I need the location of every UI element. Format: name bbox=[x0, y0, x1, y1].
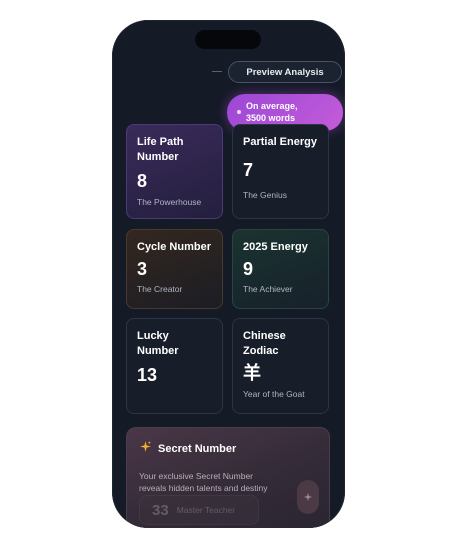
card-number: 3 bbox=[137, 259, 148, 279]
phone-frame: Preview Analysis On average, 3500 words … bbox=[112, 20, 345, 528]
card-title: Partial Energy bbox=[243, 136, 317, 148]
life-path-card[interactable]: Life Path Number 8 The Powerhouse bbox=[126, 124, 223, 219]
secret-number-card[interactable]: Secret Number Your exclusive Secret Numb… bbox=[126, 427, 330, 528]
sparkle-fab-icon bbox=[303, 492, 313, 502]
sparkle-icon bbox=[139, 440, 152, 458]
card-subtitle: The Powerhouse bbox=[137, 197, 202, 207]
card-title-line2: Zodiac bbox=[243, 345, 279, 357]
dynamic-island bbox=[195, 30, 261, 49]
secret-number-value: 33 bbox=[152, 501, 169, 519]
energy-2025-card[interactable]: 2025 Energy 9 The Achiever bbox=[232, 229, 329, 309]
card-title-line2: Number bbox=[137, 151, 179, 163]
chinese-zodiac-card[interactable]: Chinese Zodiac 羊 Year of the Goat bbox=[232, 318, 329, 414]
partial-energy-card[interactable]: Partial Energy 7 The Genius bbox=[232, 124, 329, 219]
card-title: Cycle Number bbox=[137, 241, 211, 253]
bubble-line-2: 3500 words bbox=[246, 113, 296, 123]
card-subtitle: The Achiever bbox=[243, 284, 293, 294]
card-number: 7 bbox=[243, 160, 254, 180]
divider-dash bbox=[212, 71, 222, 72]
secret-number-label: Master Teacher bbox=[176, 505, 236, 515]
lucky-number-card[interactable]: Lucky Number 13 bbox=[126, 318, 223, 414]
preview-analysis-button[interactable]: Preview Analysis bbox=[228, 61, 342, 83]
card-subtitle: Year of the Goat bbox=[243, 389, 305, 399]
card-number: 13 bbox=[137, 365, 158, 385]
secret-number-preview: 33 Master Teacher bbox=[139, 495, 259, 525]
preview-analysis-label: Preview Analysis bbox=[246, 66, 324, 78]
card-title-line2: Number bbox=[137, 345, 179, 357]
card-title: Life Path bbox=[137, 136, 184, 148]
card-title: 2025 Energy bbox=[243, 241, 308, 253]
card-title: Chinese bbox=[243, 330, 286, 342]
secret-number-description: Your exclusive Secret Number reveals hid… bbox=[139, 470, 289, 494]
card-number: 8 bbox=[137, 171, 148, 191]
bubble-dot-icon bbox=[237, 110, 241, 114]
card-title: Lucky bbox=[137, 330, 169, 342]
secret-desc-line2: reveals hidden talents and destiny bbox=[139, 483, 268, 493]
card-number: 9 bbox=[243, 259, 254, 279]
bubble-line-1: On average, bbox=[246, 101, 298, 111]
sparkle-fab-button[interactable] bbox=[297, 480, 319, 514]
card-subtitle: The Creator bbox=[137, 284, 183, 294]
card-subtitle: The Genius bbox=[243, 190, 287, 200]
cycle-number-card[interactable]: Cycle Number 3 The Creator bbox=[126, 229, 223, 309]
zodiac-goat-glyph: 羊 bbox=[243, 363, 261, 384]
secret-number-title: Secret Number bbox=[158, 443, 237, 455]
secret-desc-line1: Your exclusive Secret Number bbox=[139, 471, 254, 481]
